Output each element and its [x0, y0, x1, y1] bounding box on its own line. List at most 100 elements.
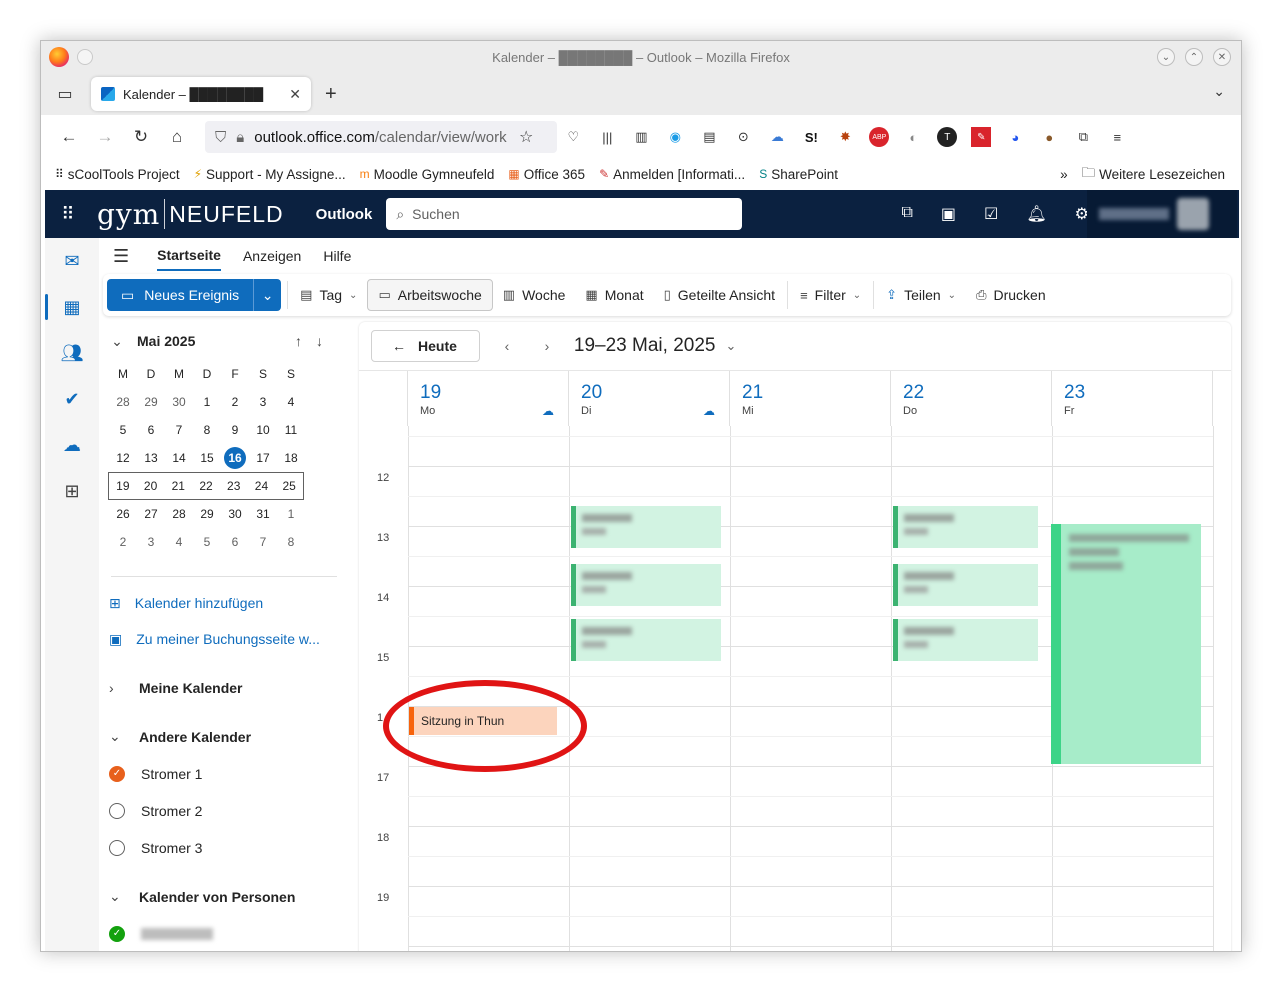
pen-extension-icon[interactable]: ✎: [971, 127, 992, 147]
mini-calendar-day[interactable]: 8: [193, 423, 221, 437]
work-week-button[interactable]: ▭ Arbeitswoche: [367, 279, 493, 311]
bookmark-item[interactable]: ▦ Office 365: [508, 167, 585, 182]
tab-home[interactable]: Startseite: [157, 241, 221, 271]
bookmark-star-icon[interactable]: ☆: [519, 127, 533, 147]
bell-icon[interactable]: 🔔︎: [1026, 204, 1046, 224]
mini-calendar-day[interactable]: 19: [109, 479, 137, 493]
mini-calendar-day[interactable]: 1: [277, 507, 305, 521]
print-button[interactable]: ⎙ Drucken: [966, 279, 1056, 311]
mini-calendar-day[interactable]: 27: [137, 507, 165, 521]
adblock-icon[interactable]: ABP: [869, 127, 890, 147]
mini-calendar-day[interactable]: 26: [109, 507, 137, 521]
browser-tab[interactable]: Kalender – ████████ ✕: [91, 77, 311, 111]
mini-calendar-day[interactable]: 4: [277, 395, 305, 409]
mini-calendar-day[interactable]: 16: [221, 447, 249, 469]
mini-calendar-day[interactable]: 28: [165, 507, 193, 521]
next-month-icon[interactable]: ↓: [316, 333, 323, 349]
people-calendars-section[interactable]: ⌄ Kalender von Personen: [103, 878, 343, 915]
mini-calendar-day[interactable]: 8: [277, 535, 305, 549]
mini-calendar-day[interactable]: 3: [249, 395, 277, 409]
mini-calendar-day[interactable]: 28: [109, 395, 137, 409]
day-view-button[interactable]: ▤ Tag ⌄: [290, 279, 367, 311]
mini-calendar-day[interactable]: 22: [192, 479, 220, 493]
my-calendars-section[interactable]: › Meine Kalender: [103, 669, 343, 706]
day-header[interactable]: 22 Do: [891, 371, 1052, 426]
screenshot-extension-icon[interactable]: ⊙: [733, 127, 753, 147]
bookmark-item[interactable]: ⚡ Support - My Assigne...: [194, 167, 346, 182]
weather-cloud-icon[interactable]: ☁: [542, 404, 554, 418]
tab-view[interactable]: Anzeigen: [243, 242, 301, 270]
split-view-button[interactable]: ▯ Geteilte Ansicht: [654, 279, 785, 311]
filter-button[interactable]: ≡ Filter ⌄: [790, 279, 871, 311]
mini-calendar-day[interactable]: 12: [109, 451, 137, 465]
calendar-event[interactable]: [893, 506, 1038, 548]
todo-icon[interactable]: ☑: [984, 204, 998, 224]
list-tabs-icon[interactable]: ⌄: [1213, 83, 1225, 100]
mini-calendar-day[interactable]: 13: [137, 451, 165, 465]
mini-calendar-day[interactable]: 7: [165, 423, 193, 437]
mini-calendar-day[interactable]: 29: [137, 395, 165, 409]
calendar-event[interactable]: [571, 619, 721, 661]
previous-month-icon[interactable]: ↑: [295, 333, 302, 349]
mini-calendar-day[interactable]: 20: [137, 479, 165, 493]
mini-calendar-day[interactable]: 6: [221, 535, 249, 549]
meet-now-icon[interactable]: ⧉: [901, 204, 912, 224]
home-icon[interactable]: ⌂: [159, 127, 195, 147]
mini-calendar-day[interactable]: 15: [193, 451, 221, 465]
window-menu-icon[interactable]: [77, 49, 93, 65]
mini-calendar-day[interactable]: 24: [248, 479, 276, 493]
week-button[interactable]: ▥ Woche: [493, 279, 576, 311]
minimize-icon[interactable]: ⌄: [1157, 48, 1175, 66]
close-window-icon[interactable]: ✕: [1213, 48, 1231, 66]
menu-icon[interactable]: ≡: [1107, 127, 1127, 147]
sync-extension-icon[interactable]: ◉: [665, 127, 685, 147]
calendar-event[interactable]: [1051, 524, 1201, 764]
new-event-dropdown[interactable]: ⌄: [253, 279, 282, 311]
new-event-button[interactable]: ▭ Neues Ereignis: [107, 279, 254, 311]
mini-calendar-day[interactable]: 30: [221, 507, 249, 521]
account-manager[interactable]: [1087, 190, 1237, 238]
calendar-item[interactable]: ✓ Stromer 1: [103, 755, 343, 792]
animal-extension-icon[interactable]: ●: [1039, 127, 1059, 147]
mini-calendar-day[interactable]: 31: [249, 507, 277, 521]
other-bookmarks[interactable]: 🗀 Weitere Lesezeichen: [1082, 163, 1225, 186]
mini-calendar-day[interactable]: 5: [109, 423, 137, 437]
add-calendar-link[interactable]: ⊞ Kalender hinzufügen: [103, 585, 343, 621]
other-calendars-section[interactable]: ⌄ Andere Kalender: [103, 718, 343, 755]
booking-page-link[interactable]: ▣ Zu meiner Buchungsseite w...: [103, 621, 343, 657]
mini-calendar-day[interactable]: 6: [137, 423, 165, 437]
color-extension-icon[interactable]: ◕: [1005, 127, 1025, 147]
mini-calendar-month[interactable]: Mai 2025: [137, 333, 195, 349]
mini-calendar-day[interactable]: 1: [193, 395, 221, 409]
next-week-icon[interactable]: ›: [534, 338, 560, 354]
calendar-event[interactable]: [571, 506, 721, 548]
mini-calendar-day[interactable]: 18: [277, 451, 305, 465]
search-input[interactable]: ⌕ Suchen: [386, 198, 743, 230]
mini-calendar-day[interactable]: 10: [249, 423, 277, 437]
s-extension-icon[interactable]: S!: [801, 127, 821, 147]
hamburger-icon[interactable]: ☰: [113, 246, 129, 267]
mini-calendar-day[interactable]: 23: [220, 479, 248, 493]
mini-calendar-day[interactable]: 30: [165, 395, 193, 409]
day-header[interactable]: 21 Mi: [730, 371, 891, 426]
close-tab-icon[interactable]: ✕: [289, 86, 301, 103]
people-icon[interactable]: 👥︎: [45, 330, 99, 376]
extensions-icon[interactable]: ⧉: [1073, 127, 1093, 147]
mini-calendar-day[interactable]: 4: [165, 535, 193, 549]
bookmark-item[interactable]: S SharePoint: [759, 167, 838, 182]
day-header[interactable]: 20 Di ☁: [569, 371, 730, 426]
mini-calendar-day[interactable]: 21: [164, 479, 192, 493]
calendar-icon[interactable]: ▦: [45, 284, 99, 330]
lock-icon[interactable]: 🔒︎: [236, 129, 244, 146]
mini-calendar-day[interactable]: 7: [249, 535, 277, 549]
bookmark-item[interactable]: m Moodle Gymneufeld: [360, 167, 495, 182]
t-extension-icon[interactable]: T: [937, 127, 958, 147]
url-bar[interactable]: ⛉ 🔒︎ outlook.office.com/calendar/view/wo…: [205, 121, 557, 153]
today-button[interactable]: ← Heute: [371, 330, 480, 362]
weather-cloud-icon[interactable]: ☁: [703, 404, 715, 418]
forward-icon[interactable]: →: [87, 127, 123, 147]
previous-week-icon[interactable]: ‹: [494, 338, 520, 354]
cloud-extension-icon[interactable]: ☁: [767, 127, 787, 147]
todo-check-icon[interactable]: ✔: [45, 376, 99, 422]
collapse-month-icon[interactable]: ⌄: [103, 333, 131, 350]
